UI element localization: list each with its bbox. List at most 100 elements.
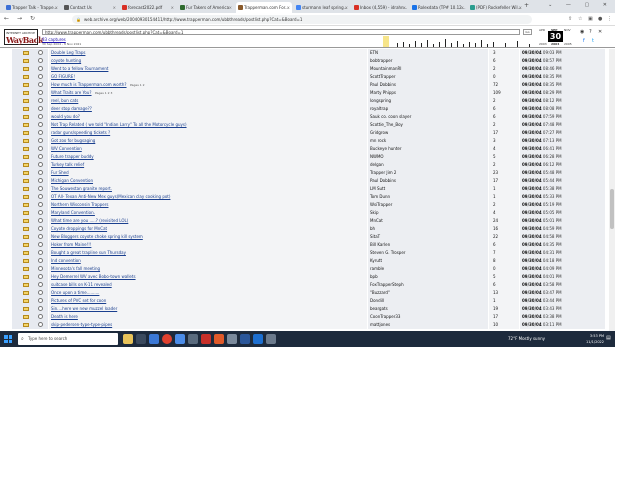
word-icon[interactable] [240,334,250,344]
task-view-icon[interactable] [136,334,146,344]
thread-title-link[interactable]: Minnesota's fall meeting [51,265,100,273]
window-controls[interactable]: ⌄ — ▢ ✕ [548,2,613,8]
thread-pages[interactable]: Pages 1 2 3 [95,89,112,97]
thread-title-link[interactable]: Turkey talk relief [51,161,84,169]
tab-close-icon[interactable]: × [229,2,232,13]
office-icon[interactable] [214,334,224,344]
thread-title-link[interactable]: reel, bun cats [51,97,78,105]
browser-tab[interactable]: Trapper Talk - Trappe... × [4,2,60,13]
thread-title-link[interactable]: Went to a fellow Tournament [51,65,108,73]
thread-title-link[interactable]: Death is here [51,313,78,321]
profile-icon[interactable]: ● [598,16,602,22]
tab-close-icon[interactable]: × [461,2,464,13]
settings-icon[interactable] [266,334,276,344]
help-icon[interactable]: ? [589,29,592,35]
file-explorer-icon[interactable] [149,334,159,344]
thread-title-link[interactable]: New Bloggers coyote choke spring kill sy… [51,233,143,241]
next-year[interactable]: 2005 [564,42,572,46]
close-icon[interactable]: ✕ [598,29,602,35]
thread-last-post-cell: 09/30/04 07:59 PM [520,113,605,121]
star-icon[interactable]: ☆ [578,16,582,22]
thread-title-link[interactable]: What time are you .....? (revisited LOL) [51,217,128,225]
acrobat-icon[interactable] [201,334,211,344]
thread-title-link[interactable]: The Souwestan granite report. [51,185,112,193]
thread-title-link[interactable]: skip-pedersen-type-type-pipes [51,321,112,329]
post-icon [38,282,43,287]
thread-title-link[interactable]: Sin....here we new muzzel loader [51,305,117,313]
wayback-url-input[interactable]: http://www.trapperman.com/ubbthreads/pos… [42,29,520,35]
thread-title-link[interactable]: Maryland Convention. [51,209,95,217]
thread-title-link[interactable]: Not Trap Related ( we told "Indian Larry… [51,121,187,129]
chrome-icon[interactable] [162,334,172,344]
browser-tab[interactable]: Fur Takers of America × [178,2,234,13]
edge-icon[interactable] [175,334,185,344]
url-input[interactable]: 🔒 web.archive.org/web/20040930154411/htt… [72,15,532,24]
scrollbar-thumb[interactable] [610,189,614,229]
thread-title-link[interactable]: deer stop damage?? [51,105,92,113]
browser-tab[interactable]: Contact Us × [62,2,118,13]
facebook-icon[interactable]: f [583,38,585,44]
thread-title-link[interactable]: Ind convention [51,257,81,265]
page-scrollbar[interactable] [609,49,615,331]
thread-title-link[interactable]: Hey Demerrel WV avec Bobo-town wallets [51,273,136,281]
next-month-link[interactable]: NOV [564,28,571,32]
thread-title-link[interactable]: Coyote droppings for MnCat [51,225,107,233]
prev-month-link[interactable]: APR [539,28,545,32]
clock[interactable]: 3:53 PM 11/1/2022 [578,333,604,345]
thread-title-link[interactable]: coyote hunting [51,57,81,65]
thread-title-link[interactable]: Bought a great trapline sun Thursday [51,249,126,257]
thread-title-link[interactable]: Got zoo for bugsaging [51,137,95,145]
thread-title-link[interactable]: Once upon a time.......... [51,289,99,297]
tab-close-icon[interactable]: × [519,2,522,13]
thread-title-link[interactable]: Fur Shed [51,169,69,177]
capture-sparkline[interactable] [345,36,535,47]
share-icon[interactable]: ⇪ [568,16,572,22]
thread-title-link[interactable]: Michigan Convention [51,177,93,185]
extension-icon[interactable]: ▣ [588,16,593,22]
thread-pages[interactable]: Pages 1 2 [130,81,145,89]
tab-close-icon[interactable]: × [113,2,116,13]
mail-icon[interactable] [188,334,198,344]
outlook-icon[interactable] [253,334,263,344]
user-icon[interactable]: ◉ [580,29,584,35]
thread-title-link[interactable]: WV Convention [51,145,82,153]
browser-tab[interactable]: Inbox (4,559) - idrahn... × [352,2,408,13]
tab-close-icon[interactable]: × [171,2,174,13]
tab-close-icon[interactable]: × [403,2,406,13]
thread-title-link[interactable]: Double Leg Traps [51,49,85,57]
prev-year[interactable]: 2003 [539,42,547,46]
reload-button[interactable]: ↻ [30,15,35,22]
thread-title-link[interactable]: How much is Trapperman.com worth? [51,81,127,89]
browser-tab[interactable]: Trapperman.com For... × [236,2,292,13]
thread-title-link[interactable]: would you do? [51,113,80,121]
widgets-icon[interactable] [123,334,133,344]
thread-title-link[interactable]: Pictures of PVC set for coon [51,297,106,305]
thread-title-link[interactable]: Future trapper buddy [51,153,94,161]
new-tab-button[interactable]: + [524,2,529,9]
thread-title-link[interactable]: Northern Wisconsin Trappers [51,201,109,209]
forward-button[interactable]: → [17,15,22,22]
tab-close-icon[interactable]: × [287,2,290,13]
tab-close-icon[interactable]: × [345,2,348,13]
thread-title-link[interactable]: What Traits are You? [51,89,92,97]
thread-title-link[interactable]: suitcase bills on K-11 revealed [51,281,112,289]
thread-title-link[interactable]: OT All- Texan Anti-New Mex guys(Mexican … [51,193,170,201]
browser-tab[interactable]: Rolexdata (TP# 10.12... × [410,2,466,13]
thread-title-link[interactable]: GO FIGURE! [51,73,75,81]
browser-tab[interactable]: (PDF) Rockefeller Wil... × [468,2,524,13]
menu-icon[interactable]: ⋮ [607,16,612,22]
taskbar-search-input[interactable]: ⌕ Type here to search [18,333,118,345]
app-icon[interactable] [227,334,237,344]
tab-close-icon[interactable]: × [55,2,58,13]
notification-icon[interactable]: ▤ [606,335,613,343]
wayback-go-button[interactable]: Go [523,29,532,35]
wayback-logo[interactable]: INTERNET ARCHIVE WayBack [4,29,43,45]
thread-title-link[interactable]: radar guns/speeding tickets ? [51,129,110,137]
windows-start-icon[interactable] [4,335,12,343]
twitter-icon[interactable]: t [592,38,594,44]
browser-tab[interactable]: sturmann leaf spring... × [294,2,350,13]
browser-tab[interactable]: forecast2022.pdf × [120,2,176,13]
weather-widget[interactable]: 72°F Mostly sunny [508,334,545,344]
thread-title-link[interactable]: Hoker from Maine!!! [51,241,91,249]
back-button[interactable]: ← [4,15,9,22]
